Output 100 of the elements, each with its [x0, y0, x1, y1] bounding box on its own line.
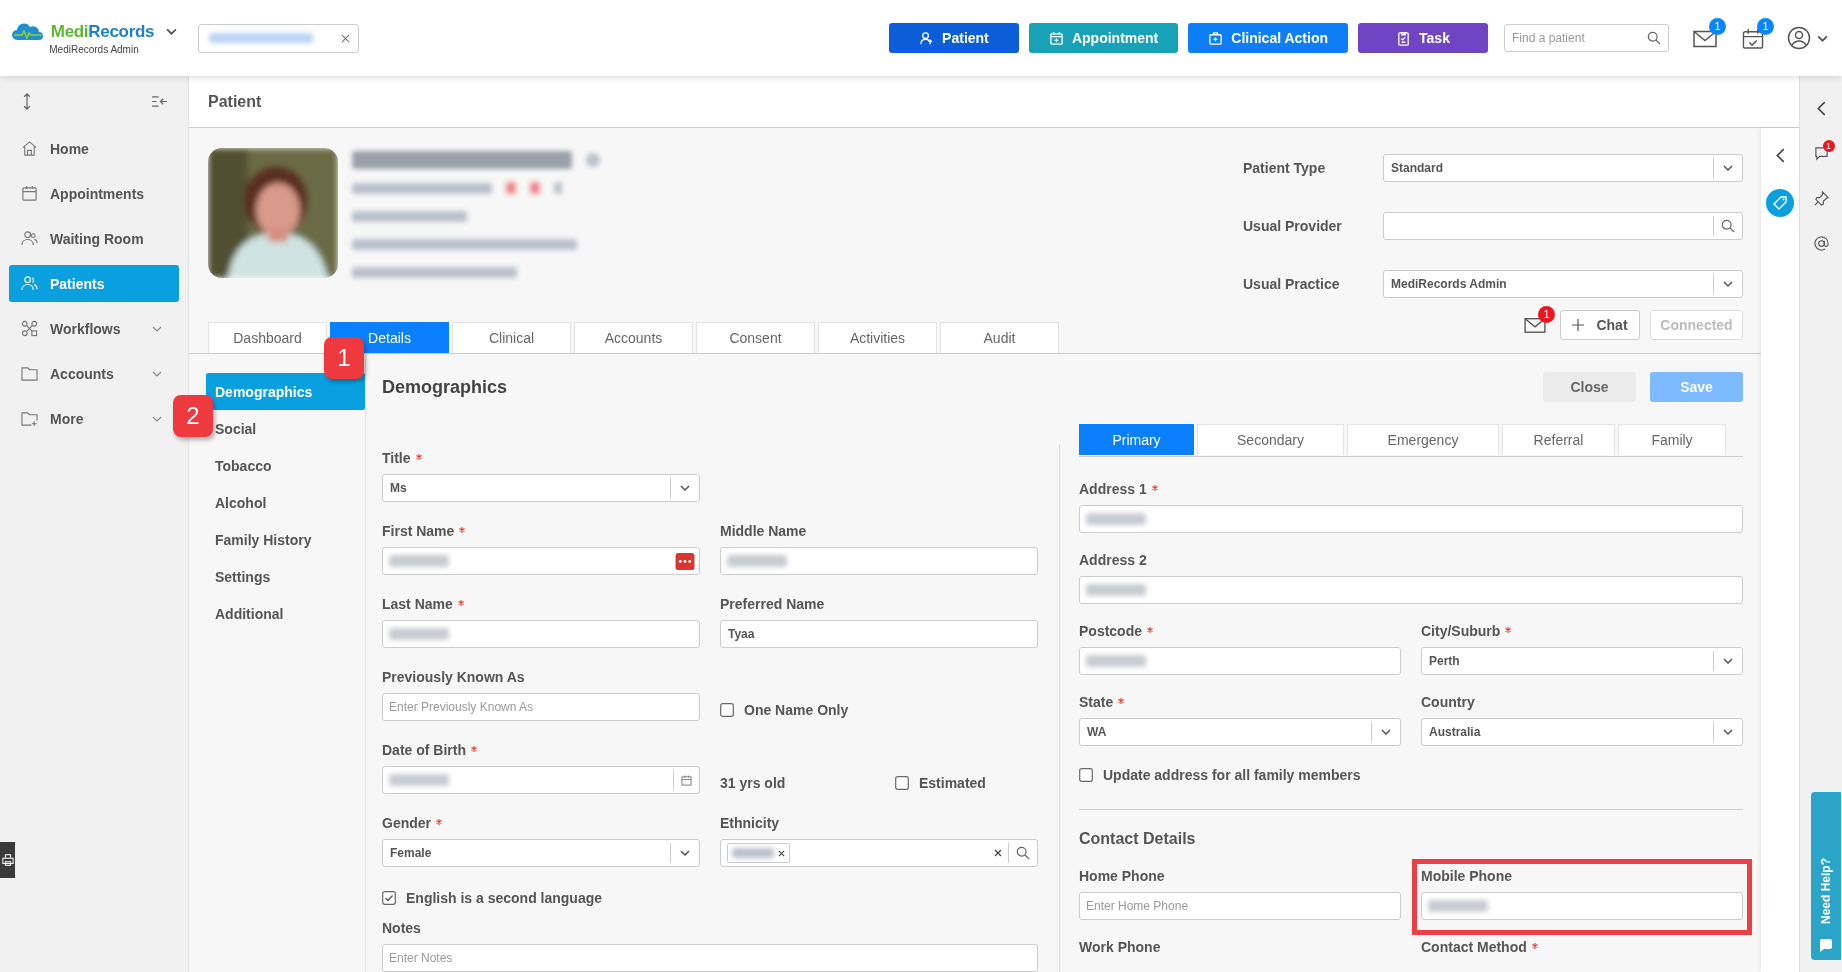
chevron-down-icon[interactable]: [152, 370, 162, 377]
input-field[interactable]: Enter Home Phone: [1079, 892, 1401, 920]
chevron-down-icon[interactable]: [152, 415, 162, 422]
clear-icon[interactable]: [994, 849, 1002, 857]
date-field[interactable]: [382, 766, 700, 794]
input-field[interactable]: [1421, 892, 1743, 920]
chevron-down-icon[interactable]: [166, 28, 178, 35]
tab[interactable]: Family: [1618, 424, 1726, 455]
checkbox[interactable]: [720, 703, 734, 717]
action-button[interactable]: Clinical Action: [1188, 23, 1348, 53]
close-icon[interactable]: [341, 33, 350, 43]
input-field[interactable]: Enter Notes: [382, 944, 1038, 972]
search-icon[interactable]: [1647, 31, 1661, 45]
field-label: Patient Type: [1243, 160, 1327, 176]
remove-icon[interactable]: [778, 849, 785, 857]
checkbox-label[interactable]: One Name Only: [744, 702, 849, 718]
subnav-item[interactable]: Tobacco: [206, 447, 365, 484]
chevron-left-icon[interactable]: [1816, 101, 1826, 116]
sidebar-item[interactable]: Workflows: [9, 310, 172, 347]
subnav-item[interactable]: Additional: [206, 595, 365, 632]
search-icon[interactable]: [1016, 846, 1030, 860]
chat-button[interactable]: Chat: [1560, 310, 1640, 340]
user-avatar-icon[interactable]: [1787, 26, 1811, 50]
close-button[interactable]: Close: [1543, 372, 1636, 402]
chevron-down-icon: [680, 485, 690, 491]
count-badge: 1: [1709, 17, 1726, 35]
input-field[interactable]: Enter Previously Known As: [382, 693, 700, 721]
search-field[interactable]: [1383, 212, 1743, 240]
checkbox-label[interactable]: Estimated: [919, 775, 986, 791]
calendar-plus-icon: [1048, 30, 1064, 46]
select-field[interactable]: WA: [1079, 718, 1401, 746]
chevron-down-icon[interactable]: [152, 325, 162, 332]
select-field[interactable]: MediRecords Admin: [1383, 270, 1743, 298]
checkbox-label[interactable]: Update address for all family members: [1103, 767, 1361, 783]
tab[interactable]: Activities: [818, 322, 937, 353]
field-label: Ethnicity: [720, 815, 780, 831]
sidebar-item[interactable]: Waiting Room: [9, 220, 172, 257]
chevron-left-icon[interactable]: [1775, 148, 1785, 163]
input-field[interactable]: [1079, 505, 1743, 533]
tab[interactable]: Secondary: [1197, 424, 1344, 455]
subnav-item[interactable]: Family History: [206, 521, 365, 558]
home-icon: [21, 140, 38, 157]
folder-plus-icon: [21, 410, 38, 427]
tab[interactable]: Dashboard: [208, 322, 327, 353]
tab[interactable]: Consent: [696, 322, 815, 353]
checkbox[interactable]: [1079, 768, 1093, 782]
input-field[interactable]: [720, 547, 1038, 575]
print-tab[interactable]: [0, 842, 15, 878]
tab[interactable]: Audit: [940, 322, 1059, 353]
folder-icon: [21, 365, 38, 382]
calendar-icon[interactable]: [681, 774, 692, 786]
field-label: Preferred Name: [720, 596, 825, 612]
sidebar-item[interactable]: Appointments: [9, 175, 172, 212]
input-field[interactable]: Tyaa: [720, 620, 1038, 648]
input-field[interactable]: [1079, 576, 1743, 604]
subnav-item[interactable]: Settings: [206, 558, 365, 595]
select-field[interactable]: Standard: [1383, 154, 1743, 182]
sidebar-item[interactable]: Accounts: [9, 355, 172, 392]
select-field[interactable]: Female: [382, 839, 700, 867]
search-field[interactable]: Find a patient: [1504, 24, 1669, 52]
tab[interactable]: Emergency: [1347, 424, 1499, 455]
tab[interactable]: Accounts: [574, 322, 693, 353]
field-label: Contact Method: [1421, 939, 1527, 955]
mail-icon[interactable]: [1524, 316, 1546, 334]
chevron-down-icon: [680, 850, 690, 856]
practice-name: MediRecords Admin: [49, 43, 139, 55]
at-sign-icon[interactable]: [1813, 236, 1829, 251]
person-icon: [21, 275, 38, 292]
checkbox[interactable]: [895, 776, 909, 790]
input-field[interactable]: [382, 620, 700, 648]
tag-icon[interactable]: [1766, 189, 1794, 217]
select-field[interactable]: Australia: [1421, 718, 1743, 746]
tab[interactable]: Clinical: [452, 322, 571, 353]
sidebar-item[interactable]: Home: [9, 130, 172, 167]
calendar-check-icon[interactable]: [1741, 27, 1765, 49]
input-field[interactable]: [382, 547, 700, 575]
expand-vertical-icon[interactable]: [22, 92, 32, 110]
chevron-down-icon[interactable]: [1817, 34, 1828, 42]
checkbox[interactable]: [382, 891, 396, 905]
select-field[interactable]: Ms: [382, 474, 700, 502]
section-title: Contact Details: [1079, 830, 1196, 847]
select-field[interactable]: Perth: [1421, 647, 1743, 675]
tab[interactable]: Referral: [1502, 424, 1615, 455]
field-label: Title: [382, 450, 411, 466]
sidebar-item[interactable]: More: [9, 400, 172, 437]
input-field[interactable]: [1079, 647, 1401, 675]
field-label: Last Name: [382, 596, 453, 612]
field-label: City/Suburb: [1421, 623, 1501, 639]
action-button[interactable]: Task: [1358, 23, 1488, 53]
more-dots-icon[interactable]: [675, 552, 695, 570]
collapse-menu-icon[interactable]: [151, 94, 168, 108]
pin-icon[interactable]: [1813, 191, 1829, 206]
medkit-icon: [1208, 30, 1224, 46]
action-button[interactable]: Patient: [888, 23, 1019, 53]
tab[interactable]: Primary: [1079, 424, 1194, 455]
checkbox-label[interactable]: English is a second language: [406, 890, 603, 906]
subnav-item[interactable]: Alcohol: [206, 484, 365, 521]
field-label: First Name: [382, 523, 455, 539]
tag-field[interactable]: [720, 839, 1038, 867]
blurred-icon: [586, 153, 600, 167]
